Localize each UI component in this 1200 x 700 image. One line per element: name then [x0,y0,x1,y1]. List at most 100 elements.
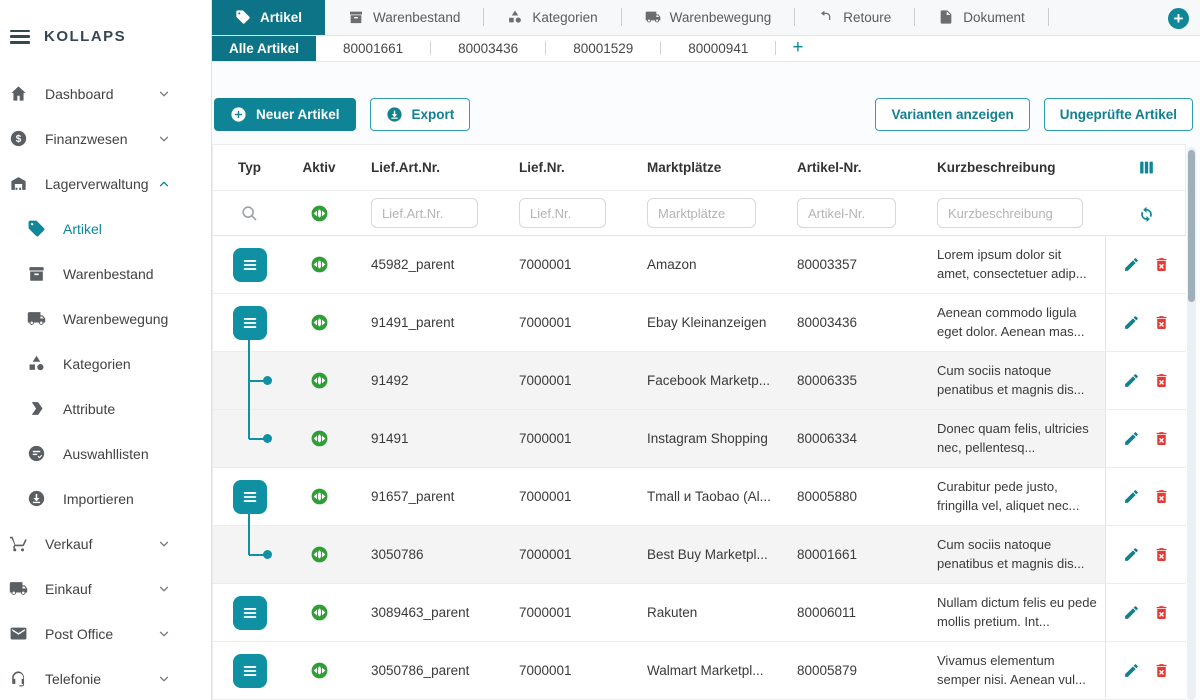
add-tab-button[interactable]: + [1168,8,1189,29]
delete-icon[interactable] [1153,662,1170,679]
column-header-lief-art-nr[interactable]: Lief.Art.Nr. [352,145,500,190]
filter-input-kurzbeschreibung[interactable] [937,198,1083,228]
sidebar-item-warenbewegung[interactable]: Warenbewegung [0,296,211,341]
variants-list-button[interactable] [233,306,267,340]
sidebar-item-telefonie[interactable]: Telefonie [0,656,211,700]
edit-icon[interactable] [1123,372,1140,389]
edit-icon[interactable] [1123,662,1140,679]
mail-icon [9,624,28,643]
tab-artikel[interactable]: Artikel [212,0,325,35]
edit-icon[interactable] [1123,488,1140,505]
active-status-icon[interactable] [310,545,329,564]
artikel-nr-cell: 80005880 [778,468,918,525]
aktiv-cell [286,236,352,293]
truck-icon [27,309,46,328]
tag-icon [235,9,251,25]
tab-kategorien[interactable]: Kategorien [484,0,620,35]
filter-input-lief-art-nr[interactable] [371,198,478,228]
filter-input-marktplaetze[interactable] [647,198,756,228]
sidebar-item-lagerverwaltung[interactable]: Lagerverwaltung [0,161,211,206]
sidebar-item-warenbestand[interactable]: Warenbestand [0,251,211,296]
unchecked-articles-button[interactable]: Ungeprüfte Artikel [1044,98,1193,131]
delete-icon[interactable] [1153,372,1170,389]
filter-input-lief-nr[interactable] [519,198,606,228]
active-status-icon[interactable] [310,661,329,680]
scrollbar[interactable] [1187,147,1196,700]
delete-icon[interactable] [1153,488,1170,505]
sidebar-item-post-office[interactable]: Post Office [0,611,211,656]
tab-warenbewegung[interactable]: Warenbewegung [622,0,795,35]
column-header-kurzbeschreibung[interactable]: Kurzbeschreibung [918,145,1105,190]
table-row[interactable]: 3089463_parent7000001Rakuten80006011Null… [213,584,1185,642]
subtab-80001661[interactable]: 80001661 [316,36,430,61]
chevron-up-icon [157,177,171,191]
edit-icon[interactable] [1123,430,1140,447]
column-header-lief-nr[interactable]: Lief.Nr. [500,145,628,190]
column-header-artikel-nr[interactable]: Artikel-Nr. [778,145,918,190]
subtab-alle-artikel[interactable]: Alle Artikel [212,36,316,61]
sidebar-item-artikel[interactable]: Artikel [0,206,211,251]
lief-nr-cell: 7000001 [500,294,628,351]
menu-icon[interactable] [10,30,30,44]
kurzbeschreibung-cell: Aenean commodo ligula eget dolor. Aenean… [918,294,1105,351]
active-status-icon[interactable] [310,371,329,390]
active-status-icon[interactable] [310,313,329,332]
active-toggle-icon[interactable] [310,204,329,223]
sidebar-item-importieren[interactable]: Importieren [0,476,211,521]
sidebar-item-kategorien[interactable]: Kategorien [0,341,211,386]
variants-list-button[interactable] [233,248,267,282]
delete-icon[interactable] [1153,430,1170,447]
table-row[interactable]: 30507867000001Best Buy Marketpl...800016… [213,526,1185,584]
table-row[interactable]: 914927000001Facebook Marketp...80006335C… [213,352,1185,410]
variants-list-button[interactable] [233,654,267,688]
subtab-80003436[interactable]: 80003436 [431,36,545,61]
delete-icon[interactable] [1153,256,1170,273]
marktplatz-cell: Walmart Marketpl... [628,642,778,699]
subtab-80000941[interactable]: 80000941 [661,36,775,61]
edit-icon[interactable] [1123,314,1140,331]
edit-icon[interactable] [1123,546,1140,563]
sidebar-item-auswahllisten[interactable]: Auswahllisten [0,431,211,476]
active-status-icon[interactable] [310,255,329,274]
table-row[interactable]: 914917000001Instagram Shopping80006334Do… [213,410,1185,468]
tab-warenbestand[interactable]: Warenbestand [325,0,483,35]
edit-icon[interactable] [1123,256,1140,273]
table-row[interactable]: 3050786_parent7000001Walmart Marketpl...… [213,642,1185,700]
edit-icon[interactable] [1123,604,1140,621]
tab-dokument[interactable]: Dokument [915,0,1048,35]
delete-icon[interactable] [1153,604,1170,621]
column-header-marktpl-tze[interactable]: Marktplätze [628,145,778,190]
table-row[interactable]: 45982_parent7000001Amazon80003357Lorem i… [213,236,1185,294]
new-article-button[interactable]: Neuer Artikel [214,98,356,131]
filter-input-artikel-nr[interactable] [797,198,896,228]
chevron-down-icon [157,537,171,551]
sidebar-item-finanzwesen[interactable]: $Finanzwesen [0,116,211,161]
tab-retoure[interactable]: Retoure [795,0,914,35]
export-button[interactable]: Export [370,98,471,131]
subtab-80001529[interactable]: 80001529 [546,36,660,61]
search-icon[interactable] [240,204,259,223]
active-status-icon[interactable] [310,429,329,448]
variants-list-button[interactable] [233,596,267,630]
delete-icon[interactable] [1153,546,1170,563]
sidebar-item-verkauf[interactable]: Verkauf [0,521,211,566]
sidebar-item-attribute[interactable]: Attribute [0,386,211,431]
show-variants-button[interactable]: Varianten anzeigen [875,98,1029,131]
table-row[interactable]: 91657_parent7000001Tmall и Taobao (Al...… [213,468,1185,526]
add-subtab-button[interactable]: + [776,36,819,61]
sidebar-item-dashboard[interactable]: Dashboard [0,71,211,116]
active-status-icon[interactable] [310,603,329,622]
columns-icon[interactable] [1137,158,1156,177]
variants-list-button[interactable] [233,480,267,514]
sidebar-item-einkauf[interactable]: Einkauf [0,566,211,611]
artikel-nr-cell: 80003436 [778,294,918,351]
table-row[interactable]: 91491_parent7000001Ebay Kleinanzeigen800… [213,294,1185,352]
active-status-icon[interactable] [310,487,329,506]
categories-icon [27,354,46,373]
scrollbar-thumb[interactable] [1188,150,1195,302]
refresh-icon[interactable] [1137,204,1156,223]
delete-icon[interactable] [1153,314,1170,331]
column-header-aktiv[interactable]: Aktiv [286,145,352,190]
column-header-typ[interactable]: Typ [213,145,286,190]
marktplatz-cell: Ebay Kleinanzeigen [628,294,778,351]
